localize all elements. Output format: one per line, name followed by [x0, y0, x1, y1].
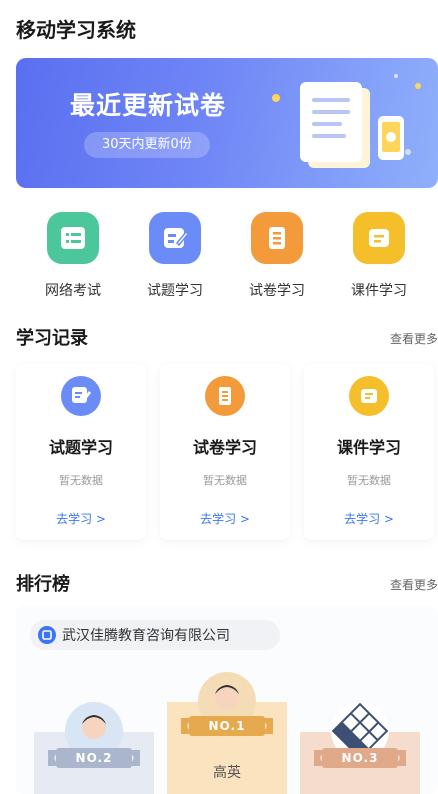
folder-icon — [349, 376, 389, 416]
ranking-more-link[interactable]: 查看更多 — [390, 576, 438, 593]
go-study-link[interactable]: 去学习 > — [160, 510, 290, 527]
record-card-paper[interactable]: 试卷学习 暂无数据 去学习 > — [160, 364, 290, 540]
record-status: 暂无数据 — [347, 474, 391, 487]
record-card-course[interactable]: 课件学习 暂无数据 去学习 > — [304, 364, 434, 540]
record-title: 试卷学习 — [192, 438, 257, 457]
nav-question-study[interactable]: 试题学习 — [130, 212, 220, 300]
nav-online-exam[interactable]: 网络考试 — [28, 212, 118, 300]
nav-label: 试卷学习 — [249, 283, 305, 299]
records-section-title: 学习记录 — [16, 328, 88, 349]
go-study-link[interactable]: 去学习 > — [16, 510, 146, 527]
rank-label: NO.1 — [208, 719, 246, 733]
podium-rank-1[interactable]: NO.1 高英 — [167, 672, 287, 794]
banner-subtitle: 30天内更新0份 — [84, 132, 210, 158]
nav-label: 课件学习 — [351, 283, 407, 299]
go-study-link[interactable]: 去学习 > — [304, 510, 434, 527]
record-title: 课件学习 — [336, 438, 401, 457]
rank-ribbon: NO.3 — [314, 746, 406, 770]
carousel-indicator — [212, 178, 243, 188]
rank-label: NO.2 — [75, 751, 113, 765]
record-status: 暂无数据 — [203, 474, 247, 487]
banner-title: 最近更新试卷 — [70, 91, 227, 120]
banner-carousel[interactable]: 最近更新试卷 30天内更新0份 — [16, 58, 438, 188]
record-card-question[interactable]: 试题学习 暂无数据 去学习 > — [16, 364, 146, 540]
ranking-card: 武汉佳腾教育咨询有限公司 NO.2 NO.1 高英 NO.3 — [16, 606, 438, 794]
document-illustration-icon — [272, 74, 421, 168]
list-icon — [47, 212, 99, 264]
nav-course-study[interactable]: 课件学习 — [334, 212, 424, 300]
document-icon — [251, 212, 303, 264]
quick-nav: 网络考试 试题学习 试卷学习 课件学习 — [0, 212, 438, 304]
edit-note-icon — [61, 376, 101, 416]
document-icon — [205, 376, 245, 416]
ranking-section-title: 排行榜 — [16, 574, 70, 595]
rank-ribbon: NO.2 — [48, 746, 140, 770]
podium-rank-2[interactable]: NO.2 — [34, 702, 154, 794]
rank-ribbon: NO.1 — [181, 714, 273, 738]
record-status: 暂无数据 — [59, 474, 103, 487]
organization-name: 武汉佳腾教育咨询有限公司 — [62, 628, 230, 644]
folder-icon — [353, 212, 405, 264]
app-title: 移动学习系统 — [16, 18, 136, 42]
nav-label: 试题学习 — [147, 283, 203, 299]
nav-paper-study[interactable]: 试卷学习 — [232, 212, 322, 300]
building-icon — [38, 626, 56, 644]
podium-rank-3[interactable]: NO.3 — [300, 702, 420, 794]
organization-chip[interactable]: 武汉佳腾教育咨询有限公司 — [30, 620, 280, 650]
ranking-user-name: 高英 — [213, 765, 241, 781]
records-more-link[interactable]: 查看更多 — [390, 330, 438, 347]
rank-label: NO.3 — [341, 751, 379, 765]
nav-label: 网络考试 — [45, 283, 101, 299]
edit-note-icon — [149, 212, 201, 264]
record-title: 试题学习 — [48, 438, 113, 457]
